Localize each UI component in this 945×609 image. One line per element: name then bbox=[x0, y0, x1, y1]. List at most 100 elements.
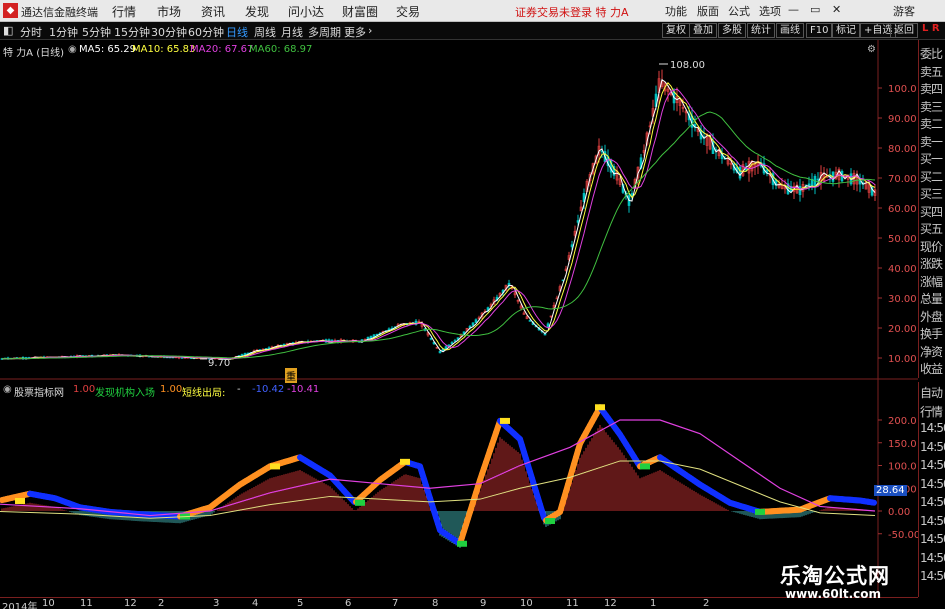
menu-trade[interactable]: 交易 bbox=[396, 3, 420, 20]
indicator-tick-label: 150.0 bbox=[888, 439, 917, 450]
indicator-toggle-icon[interactable]: ◉ bbox=[3, 384, 12, 395]
date-tick-label: 2 bbox=[158, 598, 165, 609]
tab-multi[interactable]: 多周期 bbox=[308, 24, 341, 40]
app-title: 通达信金融终端 bbox=[21, 6, 98, 19]
more-chevron-icon[interactable]: › bbox=[368, 24, 372, 37]
quote-field-label: 买四 bbox=[920, 204, 943, 219]
date-tick-label: 2014年 bbox=[2, 602, 38, 609]
date-tick-label: 12 bbox=[124, 598, 137, 609]
watermark-url: www.60lt.com bbox=[785, 587, 882, 601]
quote-field-label: 买五 bbox=[920, 222, 943, 236]
candle-body bbox=[444, 346, 448, 350]
indicator-value-1: 1.00 bbox=[73, 384, 96, 395]
menu-bar: ◆ 通达信金融终端 行情 市场 资讯 发现 问小达 财富圈 交易 证券交易未登录… bbox=[0, 0, 945, 22]
peak-marker bbox=[595, 404, 605, 411]
tab-monthly[interactable]: 月线 bbox=[281, 24, 303, 40]
tab-more[interactable]: 更多 bbox=[344, 24, 366, 40]
mark-button[interactable]: 标记 bbox=[832, 23, 860, 38]
quote-field-label: 现价 bbox=[920, 239, 943, 254]
indicator-current-value: 28.64 bbox=[874, 485, 907, 496]
ma20-line bbox=[1, 88, 876, 360]
menu-market[interactable]: 市场 bbox=[157, 3, 181, 20]
overlay-button[interactable]: 叠加 bbox=[689, 23, 717, 38]
candle-body bbox=[528, 320, 532, 322]
stock-name-period: 特 力A (日线) bbox=[3, 48, 65, 59]
tick-time-label: 14:50 bbox=[920, 495, 945, 509]
quote-field-label: 买二 bbox=[920, 169, 943, 184]
f10-button[interactable]: F10 bbox=[806, 23, 833, 38]
quote-field-label: 换手 bbox=[920, 327, 943, 341]
menu-formula[interactable]: 公式 bbox=[728, 3, 750, 19]
ma-toggle-icon[interactable]: ◉ bbox=[68, 44, 77, 55]
candle-body bbox=[447, 344, 451, 347]
draw-line-button[interactable]: 画线 bbox=[776, 23, 804, 38]
price-tick-label: 10.00 bbox=[888, 354, 917, 365]
indicator-label-1: 发现机构入场 bbox=[95, 388, 155, 399]
tab-30min[interactable]: 30分钟 bbox=[151, 24, 187, 40]
indicator-tick-label: 200.0 bbox=[888, 416, 917, 427]
login-notice[interactable]: 证券交易未登录 特 力A bbox=[515, 4, 629, 20]
tab-5min[interactable]: 5分钟 bbox=[82, 24, 111, 40]
quote-field-label: 收益 bbox=[920, 362, 943, 376]
minimize-icon[interactable]: — bbox=[788, 3, 799, 16]
stats-button[interactable]: 统计 bbox=[747, 23, 775, 38]
peak-marker bbox=[400, 458, 410, 465]
tick-time-label: 14:50 bbox=[920, 550, 945, 565]
tab-15min[interactable]: 15分钟 bbox=[114, 24, 150, 40]
menu-ask[interactable]: 问小达 bbox=[288, 3, 324, 20]
tab-60min[interactable]: 60分钟 bbox=[188, 24, 224, 40]
date-tick-label: 10 bbox=[42, 598, 55, 609]
tab-1min[interactable]: 1分钟 bbox=[49, 24, 78, 40]
toolbar-toggle-icon[interactable]: ◧ bbox=[3, 24, 13, 37]
menu-discover[interactable]: 发现 bbox=[245, 3, 269, 20]
tick-time-label: 14:50 bbox=[920, 421, 945, 435]
indicator-value-2: 1.00 bbox=[160, 384, 183, 395]
menu-layout[interactable]: 版面 bbox=[697, 3, 719, 19]
candle-body bbox=[807, 183, 811, 186]
tick-time-label: 14:50 bbox=[920, 513, 945, 528]
price-tick-label: 20.00 bbox=[888, 324, 917, 335]
tab-daily[interactable]: 日线 bbox=[226, 24, 248, 40]
date-axis: 2014年 10 11 12 2 3 4 5 6 7 8 9 10 11 12 1 2 bbox=[0, 597, 918, 609]
quote-field-label: 卖一 bbox=[920, 134, 943, 149]
price-chart[interactable]: 100.0 90.00 80.00 70.00 60.00 50.00 40.00 30.00… bbox=[0, 40, 918, 380]
candle-body bbox=[816, 178, 820, 181]
tab-timeshare[interactable]: 分时 bbox=[20, 24, 42, 40]
menu-news[interactable]: 资讯 bbox=[201, 3, 225, 20]
date-tick-label: 8 bbox=[432, 598, 439, 609]
candle-body bbox=[546, 323, 550, 327]
date-tick-label: 1 bbox=[650, 598, 657, 609]
tick-info-strip: 自动行情 14:50 14:50 14:50 14:50 14:50 14:50 14:50 1… bbox=[918, 382, 945, 597]
price-tick-label: 60.00 bbox=[888, 204, 917, 215]
peak-marker bbox=[270, 463, 280, 470]
period-toolbar: ◧ 分时 1分钟 5分钟 15分钟 30分钟 60分钟 日线 周线 月线 多周期… bbox=[0, 22, 945, 40]
menu-wealth[interactable]: 财富圈 bbox=[342, 3, 378, 20]
signal-marker bbox=[457, 540, 467, 547]
ma5-value: MA5: 65.29 bbox=[79, 44, 137, 55]
event-mark[interactable]: 重 bbox=[285, 368, 297, 383]
menu-quotes[interactable]: 行情 bbox=[112, 3, 136, 20]
restore-icon[interactable]: ▭ bbox=[810, 3, 820, 16]
back-button[interactable]: 返回 bbox=[890, 23, 918, 38]
multi-stock-button[interactable]: 多股 bbox=[718, 23, 746, 38]
menu-options[interactable]: 选项 bbox=[759, 3, 781, 19]
quote-field-label: 涨幅 bbox=[920, 274, 943, 289]
candle-body bbox=[738, 166, 742, 179]
date-tick-label: 7 bbox=[392, 598, 399, 609]
candle-body bbox=[825, 176, 829, 179]
close-icon[interactable]: ✕ bbox=[832, 3, 841, 16]
menu-function[interactable]: 功能 bbox=[665, 3, 687, 19]
rights-adjust-button[interactable]: 复权 bbox=[662, 23, 690, 38]
peak-marker bbox=[15, 497, 25, 504]
price-tick-label: 70.00 bbox=[888, 174, 917, 185]
price-tick-label: 90.00 bbox=[888, 114, 917, 125]
guest-label[interactable]: 游客 bbox=[893, 3, 915, 19]
quote-field-label: 卖四 bbox=[920, 82, 943, 96]
price-tick-label: 50.00 bbox=[888, 234, 917, 245]
peak-marker bbox=[500, 417, 510, 424]
indicator-value-4: -10.42 bbox=[252, 384, 285, 395]
ma60-line bbox=[1, 111, 876, 360]
tab-weekly[interactable]: 周线 bbox=[254, 24, 276, 40]
settings-icon[interactable]: ⚙ bbox=[867, 44, 876, 55]
candle-body bbox=[471, 322, 475, 326]
